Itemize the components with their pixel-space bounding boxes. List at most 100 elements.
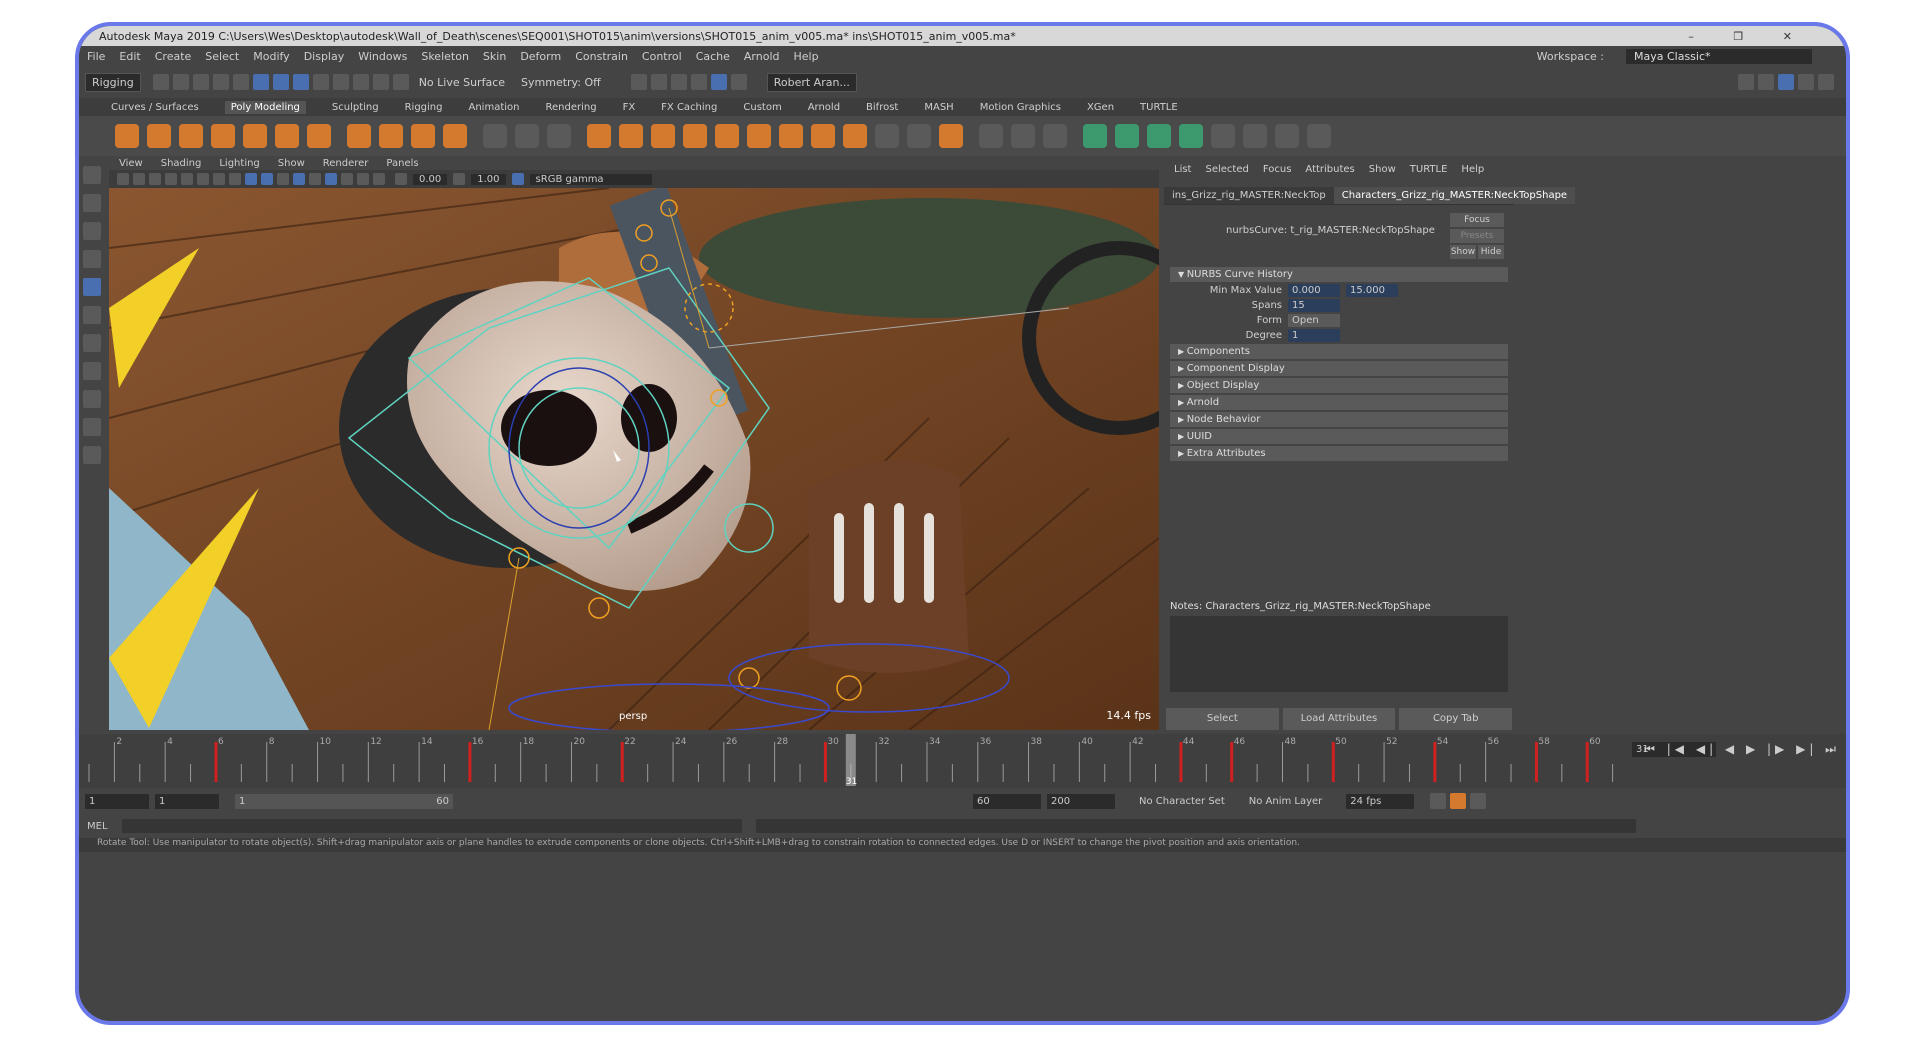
attr-menu-help[interactable]: Help [1461, 164, 1484, 175]
menu-file[interactable]: File [87, 50, 105, 63]
vp-menu-view[interactable]: View [119, 158, 143, 169]
hypershade-icon[interactable] [710, 74, 727, 90]
paint-select-icon[interactable] [83, 222, 101, 240]
presets-button[interactable]: Presets [1450, 229, 1504, 243]
shelf-tab-curves-surfaces[interactable]: Curves / Surfaces [111, 102, 199, 113]
attr-tab-necktop[interactable]: ins_Grizz_rig_MASTER:NeckTop [1164, 187, 1334, 204]
user-account-dropdown[interactable]: Robert Aran... [766, 72, 857, 92]
vp-menu-renderer[interactable]: Renderer [323, 158, 369, 169]
select-button[interactable]: Select [1166, 708, 1279, 730]
grid-icon[interactable] [1243, 124, 1267, 148]
last-tool-icon[interactable] [83, 334, 101, 352]
component-display-section[interactable]: Component Display [1170, 361, 1508, 376]
poly-text-icon[interactable] [411, 124, 435, 148]
open-scene-icon[interactable] [172, 74, 189, 90]
tool-settings-icon[interactable] [1798, 74, 1814, 90]
viewport-panel[interactable]: View Shading Lighting Show Renderer Pane… [109, 156, 1159, 730]
attr-menu-list[interactable]: List [1174, 164, 1191, 175]
poly-sphere-icon[interactable] [115, 124, 139, 148]
poly-cone-icon[interactable] [211, 124, 235, 148]
create-description-icon[interactable] [1115, 124, 1139, 148]
attr-tab-necktopshape[interactable]: Characters_Grizz_rig_MASTER:NeckTopShape [1333, 187, 1576, 204]
interactive-groom-icon[interactable] [1179, 124, 1203, 148]
two-view-icon[interactable] [83, 418, 101, 436]
ambient-occlusion-icon[interactable] [341, 173, 353, 185]
shelf-tab-animation[interactable]: Animation [469, 102, 520, 113]
shelf-tab-sculpting[interactable]: Sculpting [332, 102, 379, 113]
wireframe-icon[interactable] [245, 173, 257, 185]
attr-menu-turtle[interactable]: TURTLE [1410, 164, 1448, 175]
extrude-icon[interactable] [587, 124, 611, 148]
min-value-field[interactable]: 0.000 [1288, 284, 1340, 297]
time-slider-ticks[interactable]: 2 4 6 8 10 12 14 16 18 20 22 24 26 28 30 32 34 36 38 40 42 44… [85, 734, 1634, 788]
shelf-tab-fx-caching[interactable]: FX Caching [661, 102, 717, 113]
menu-modify[interactable]: Modify [253, 50, 289, 63]
poly-plane-icon[interactable] [275, 124, 299, 148]
menu-windows[interactable]: Windows [358, 50, 407, 63]
menu-constrain[interactable]: Constrain [575, 50, 628, 63]
node-name-field[interactable]: t_rig_MASTER:NeckTopShape [1290, 225, 1435, 236]
components-section[interactable]: Components [1170, 344, 1508, 359]
fill-hole-icon[interactable] [715, 124, 739, 148]
image-plane-icon[interactable] [149, 173, 161, 185]
smooth-shade-icon[interactable] [261, 173, 273, 185]
snap-grid-icon[interactable] [332, 74, 349, 90]
poly-cylinder-icon[interactable] [179, 124, 203, 148]
svg-icon[interactable] [443, 124, 467, 148]
attr-menu-show[interactable]: Show [1369, 164, 1396, 175]
color-management-icon[interactable] [511, 173, 524, 185]
object-display-section[interactable]: Object Display [1170, 378, 1508, 393]
combine-icon[interactable] [483, 124, 507, 148]
playback-start-field[interactable]: 1 [155, 793, 219, 809]
target-weld-icon[interactable] [811, 124, 835, 148]
symmetry-label[interactable]: Symmetry: Off [521, 76, 601, 89]
undo-icon[interactable] [212, 74, 229, 90]
menu-deform[interactable]: Deform [520, 50, 561, 63]
vp-menu-shading[interactable]: Shading [161, 158, 202, 169]
anim-layer-dropdown[interactable]: No Anim Layer [1249, 796, 1323, 807]
copy-tab-button[interactable]: Copy Tab [1399, 708, 1513, 730]
lasso-tool-icon[interactable] [83, 194, 101, 212]
loop-icon[interactable] [1430, 793, 1447, 809]
shelf-tab-arnold[interactable]: Arnold [808, 102, 840, 113]
menu-help[interactable]: Help [794, 50, 819, 63]
mel-label[interactable]: MEL [87, 821, 108, 832]
shelf-tab-poly-modeling[interactable]: Poly Modeling [224, 100, 306, 114]
poly-cube-icon[interactable] [147, 124, 171, 148]
select-hierarchy-icon[interactable] [252, 74, 269, 90]
camera-attr-icon[interactable] [117, 173, 129, 185]
super-shape-icon[interactable] [379, 124, 403, 148]
shelf-tab-custom[interactable]: Custom [743, 102, 781, 113]
select-tool-icon[interactable] [83, 166, 101, 184]
xgen-icon[interactable] [1083, 124, 1107, 148]
scene-end-field[interactable]: 200 [1047, 793, 1115, 809]
form-dropdown[interactable]: Open [1288, 314, 1340, 327]
render-frame-icon[interactable] [650, 74, 667, 90]
field-chart-icon[interactable] [229, 173, 241, 185]
bridge-icon[interactable] [619, 124, 643, 148]
planar-map-icon[interactable] [1011, 124, 1035, 148]
uuid-section[interactable]: UUID [1170, 429, 1508, 444]
lock-selection-icon[interactable] [312, 74, 329, 90]
nurbs-history-section[interactable]: NURBS Curve History [1170, 267, 1508, 282]
shelf-tab-mash[interactable]: MASH [924, 102, 953, 113]
menu-skin[interactable]: Skin [483, 50, 506, 63]
arnold-section[interactable]: Arnold [1170, 395, 1508, 410]
rotate-tool-icon[interactable] [83, 278, 101, 296]
wireframe-on-shaded-icon[interactable] [277, 173, 289, 185]
resolution-gate-icon[interactable] [197, 173, 209, 185]
shelf-tab-motion-graphics[interactable]: Motion Graphics [980, 102, 1061, 113]
grid-toggle-icon[interactable] [165, 173, 177, 185]
extra-attributes-section[interactable]: Extra Attributes [1170, 446, 1508, 461]
auto-key-icon[interactable] [1450, 793, 1467, 809]
platonic-solid-icon[interactable] [347, 124, 371, 148]
menu-arnold[interactable]: Arnold [744, 50, 780, 63]
isolate-select-icon[interactable] [357, 173, 369, 185]
single-view-icon[interactable] [83, 362, 101, 380]
scale-tool-icon[interactable] [83, 306, 101, 324]
select-object-icon[interactable] [272, 74, 289, 90]
focus-button[interactable]: Focus [1450, 213, 1504, 227]
channel-box-icon[interactable] [1818, 74, 1834, 90]
auto-map-icon[interactable] [1043, 124, 1067, 148]
gamma-field[interactable]: 1.00 [471, 173, 506, 185]
